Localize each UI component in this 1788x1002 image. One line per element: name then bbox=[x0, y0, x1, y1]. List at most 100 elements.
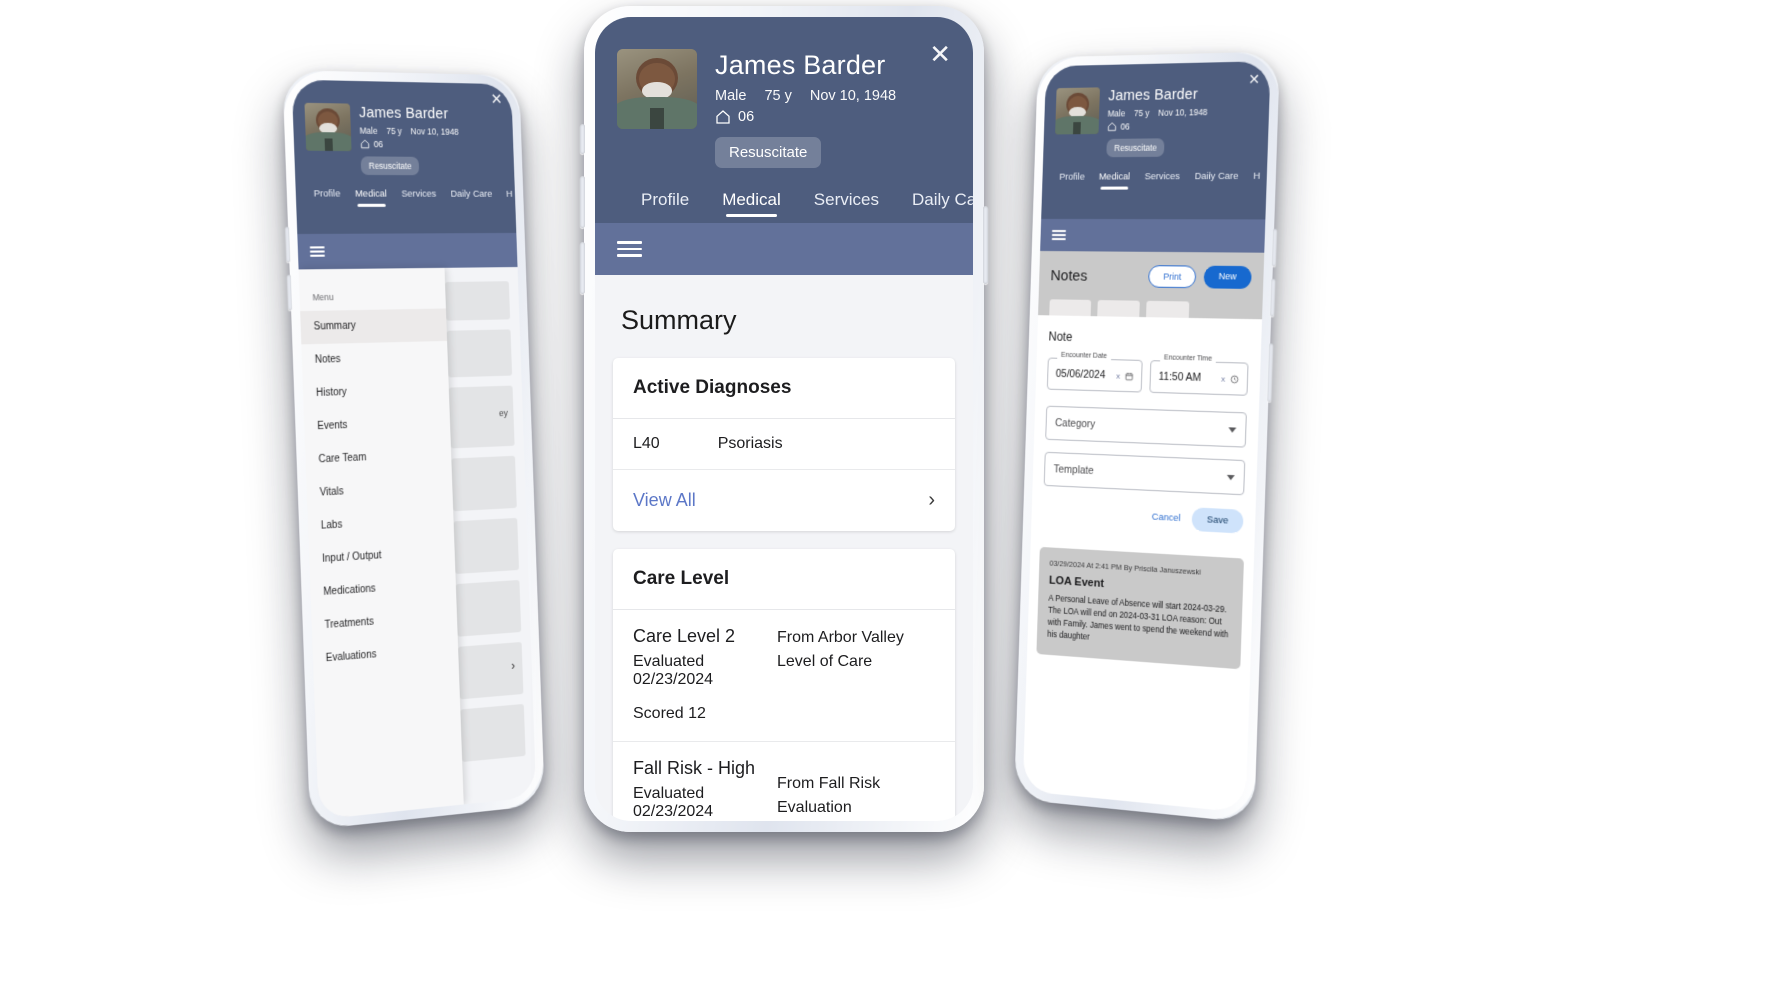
diagnosis-code: L40 bbox=[633, 435, 660, 452]
patient-room: 06 bbox=[738, 109, 755, 125]
tab-bar-center: Profile Medical Services Daily Ca bbox=[617, 190, 973, 217]
subbar-left bbox=[297, 232, 518, 270]
chevron-down-icon bbox=[1226, 474, 1235, 480]
hamburger-menu-icon[interactable] bbox=[617, 241, 642, 257]
home-icon bbox=[1107, 122, 1117, 132]
home-icon bbox=[360, 139, 370, 149]
view-all-label: View All bbox=[633, 490, 696, 510]
new-note-button[interactable]: New bbox=[1203, 265, 1252, 289]
menu-item-notes[interactable]: Notes bbox=[301, 341, 448, 378]
volume-down-button[interactable] bbox=[580, 242, 585, 294]
hamburger-menu-icon[interactable] bbox=[1051, 229, 1067, 241]
clear-date-icon[interactable]: x bbox=[1116, 371, 1120, 380]
tab-profile[interactable]: Profile bbox=[314, 188, 341, 199]
evaluated-date: 02/23/2024 bbox=[633, 803, 714, 820]
encounter-time-value: 11:50 AM bbox=[1158, 370, 1202, 385]
tab-profile[interactable]: Profile bbox=[641, 190, 689, 210]
notes-subtab[interactable] bbox=[1049, 299, 1092, 317]
print-button[interactable]: Print bbox=[1148, 265, 1197, 289]
menu-item-summary[interactable]: Summary bbox=[300, 308, 448, 345]
patient-header-left: ✕ James Barder Male 75 y Nov 10, 1948 06… bbox=[291, 79, 517, 235]
screenshot-root: ✕ James Barder Male 75 y Nov 10, 1948 06… bbox=[0, 0, 1788, 1002]
patient-header-center: ✕ James Barder Male 75 y Nov 10, 1948 06… bbox=[595, 17, 973, 223]
patient-header-right: ✕ James Barder Male 75 y Nov 10, 1948 06… bbox=[1041, 61, 1271, 220]
calendar-icon[interactable] bbox=[1125, 371, 1134, 380]
volume-down-button[interactable] bbox=[1270, 278, 1276, 317]
volume-up-button[interactable] bbox=[1271, 228, 1278, 267]
menu-label: Menu bbox=[312, 291, 334, 303]
tab-services[interactable]: Services bbox=[814, 190, 879, 210]
volume-down-button[interactable] bbox=[286, 274, 293, 311]
evaluated-date: 02/23/2024 bbox=[633, 671, 714, 688]
table-row[interactable]: L40 Psoriasis bbox=[613, 419, 955, 470]
card-care-level: Care Level Care Level 2 Evaluated 02/23/… bbox=[613, 549, 955, 821]
template-select[interactable]: Template bbox=[1043, 451, 1246, 496]
tab-daily-care[interactable]: Daily Ca bbox=[912, 190, 973, 210]
patient-name: James Barder bbox=[1107, 86, 1199, 105]
subbar-center bbox=[595, 223, 973, 275]
menu-item-history[interactable]: History bbox=[303, 373, 450, 411]
menu-item-label: Treatments bbox=[324, 616, 375, 632]
category-select[interactable]: Category bbox=[1045, 405, 1247, 448]
patient-sex: Male bbox=[715, 88, 747, 104]
tab-daily-care[interactable]: Daily Care bbox=[1194, 171, 1238, 183]
menu-item-label: Care Team bbox=[318, 452, 367, 466]
menu-item-label: History bbox=[315, 386, 347, 400]
close-icon[interactable]: ✕ bbox=[1248, 71, 1260, 88]
tab-h[interactable]: H bbox=[1253, 171, 1260, 182]
list-item[interactable]: Fall Risk - High Evaluated 02/23/2024 Fr… bbox=[613, 742, 955, 821]
menu-item-label: Medications bbox=[323, 583, 376, 599]
evaluated-label: Evaluated bbox=[633, 653, 705, 670]
menu-item-label: Notes bbox=[314, 353, 341, 366]
card-title: Care Level bbox=[613, 549, 955, 610]
notes-subtab[interactable] bbox=[1146, 300, 1190, 318]
tab-medical[interactable]: Medical bbox=[1099, 171, 1131, 182]
encounter-time-legend: Encounter Time bbox=[1160, 354, 1217, 363]
code-status-badge[interactable]: Resuscitate bbox=[360, 156, 420, 176]
patient-age: 75 y bbox=[764, 88, 792, 104]
cancel-button[interactable]: Cancel bbox=[1152, 511, 1181, 524]
volume-up-button[interactable] bbox=[285, 226, 291, 263]
tab-medical[interactable]: Medical bbox=[722, 190, 781, 217]
tab-services[interactable]: Services bbox=[401, 188, 436, 199]
code-status-badge[interactable]: Resuscitate bbox=[1106, 138, 1165, 158]
patient-name: James Barder bbox=[715, 50, 886, 80]
patient-sex: Male bbox=[359, 125, 378, 136]
avatar bbox=[304, 102, 352, 152]
encounter-time-field[interactable]: Encounter Time 11:50 AM x bbox=[1149, 354, 1249, 396]
tab-medical[interactable]: Medical bbox=[355, 188, 387, 199]
tab-h[interactable]: H bbox=[506, 189, 513, 200]
tab-services[interactable]: Services bbox=[1144, 171, 1180, 182]
encounter-date-field[interactable]: Encounter Date 05/06/2024 x bbox=[1046, 351, 1143, 393]
menu-item-label: Events bbox=[317, 419, 348, 433]
phone-center: ✕ James Barder Male 75 y Nov 10, 1948 06… bbox=[580, 6, 988, 832]
tab-daily-care[interactable]: Daily Care bbox=[450, 189, 492, 200]
card-title: Active Diagnoses bbox=[613, 358, 955, 419]
hamburger-menu-icon[interactable] bbox=[309, 246, 325, 257]
volume-up-button[interactable] bbox=[580, 176, 585, 228]
notes-subtab[interactable] bbox=[1097, 300, 1140, 318]
notes-title: Notes bbox=[1050, 266, 1088, 285]
patient-room: 06 bbox=[373, 138, 384, 150]
power-button[interactable] bbox=[983, 206, 988, 284]
silent-switch[interactable] bbox=[580, 124, 585, 154]
close-icon[interactable]: ✕ bbox=[490, 91, 502, 108]
clock-icon[interactable] bbox=[1230, 374, 1239, 384]
clear-time-icon[interactable]: x bbox=[1221, 374, 1225, 383]
note-card[interactable]: 03/29/2024 At 2:41 PM By Priscila Janusz… bbox=[1036, 546, 1244, 669]
patient-age: 75 y bbox=[1133, 107, 1150, 119]
close-icon[interactable]: ✕ bbox=[929, 41, 951, 67]
patient-dob: Nov 10, 1948 bbox=[410, 126, 459, 137]
code-status-badge[interactable]: Resuscitate bbox=[715, 137, 822, 168]
list-item[interactable]: Care Level 2 Evaluated 02/23/2024 From A… bbox=[613, 610, 955, 742]
tab-bar-right: Profile Medical Services Daily Care H bbox=[1054, 171, 1260, 183]
save-button[interactable]: Save bbox=[1191, 507, 1244, 534]
home-icon bbox=[716, 110, 730, 124]
view-all-button[interactable]: View All › bbox=[613, 470, 955, 531]
patient-name: James Barder bbox=[358, 104, 449, 123]
tab-profile[interactable]: Profile bbox=[1059, 172, 1085, 183]
menu-item-label: Summary bbox=[313, 320, 357, 333]
care-level-score: Scored 12 bbox=[633, 705, 706, 722]
avatar bbox=[617, 49, 697, 129]
power-button[interactable] bbox=[1267, 343, 1274, 402]
